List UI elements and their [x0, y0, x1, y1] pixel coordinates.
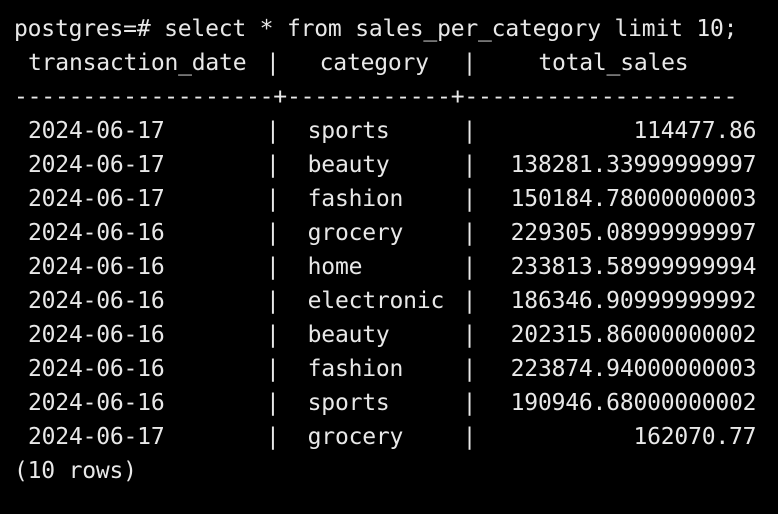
cell-total-sales: 162070.77 — [633, 424, 757, 450]
column-separator: | — [462, 152, 477, 178]
column-separator: | — [462, 390, 477, 416]
cell-transaction-date: 2024-06-16 — [28, 288, 165, 314]
cell-transaction-date: 2024-06-17 — [28, 186, 165, 212]
command-text: select * from sales_per_category limit 1… — [164, 16, 738, 42]
cell-total-sales: 233813.58999999994 — [510, 254, 757, 280]
cell-category: sports — [307, 390, 390, 416]
column-separator: | — [462, 50, 477, 76]
result-rows: 2024-06-17 | sports | 114477.86 2024-06-17 | be… — [14, 114, 778, 454]
cell-transaction-date: 2024-06-16 — [28, 322, 165, 348]
cell-transaction-date: 2024-06-16 — [28, 254, 165, 280]
column-separator: | — [462, 424, 477, 450]
table-header: transaction_date | category | total_sales — [14, 46, 778, 80]
column-separator: | — [462, 288, 477, 314]
cell-total-sales: 190946.68000000002 — [510, 390, 757, 416]
column-separator: | — [266, 356, 280, 382]
prompt: postgres=# — [14, 16, 151, 42]
cell-transaction-date: 2024-06-17 — [28, 118, 165, 144]
cell-category: sports — [307, 118, 390, 144]
column-header-transaction-date: transaction_date — [28, 50, 247, 76]
cell-total-sales: 202315.86000000002 — [510, 322, 757, 348]
cell-total-sales: 114477.86 — [633, 118, 757, 144]
column-separator: | — [266, 322, 280, 348]
column-separator: | — [266, 424, 280, 450]
cell-category: grocery — [307, 220, 404, 246]
column-separator: | — [266, 50, 280, 76]
cell-total-sales: 229305.08999999997 — [510, 220, 757, 246]
cell-transaction-date: 2024-06-16 — [28, 220, 165, 246]
cell-transaction-date: 2024-06-16 — [28, 390, 165, 416]
table-row: 2024-06-17 | grocery | 162070.77 — [14, 420, 778, 454]
cell-total-sales: 138281.33999999997 — [510, 152, 757, 178]
table-row: 2024-06-16 | sports | 190946.68000000002 — [14, 386, 778, 420]
row-count: (10 rows) — [14, 458, 137, 484]
cell-transaction-date: 2024-06-17 — [28, 152, 165, 178]
column-separator: | — [462, 356, 477, 382]
column-separator: | — [462, 118, 477, 144]
cell-total-sales: 186346.90999999992 — [510, 288, 757, 314]
header-rule: -------------------+------------+-------… — [14, 84, 738, 110]
column-separator: | — [266, 152, 280, 178]
column-separator: | — [266, 186, 280, 212]
cell-category: grocery — [307, 424, 404, 450]
cell-total-sales: 223874.94000000003 — [510, 356, 757, 382]
column-separator: | — [266, 288, 280, 314]
cell-category: fashion — [307, 186, 404, 212]
column-separator: | — [266, 220, 280, 246]
cell-category: fashion — [307, 356, 404, 382]
column-separator: | — [266, 390, 280, 416]
column-header-total-sales: total_sales — [538, 50, 689, 76]
cell-category: beauty — [307, 152, 390, 178]
column-header-category: category — [319, 50, 429, 76]
cell-category: electronic — [307, 288, 445, 314]
column-separator: | — [462, 254, 477, 280]
column-separator: | — [462, 186, 477, 212]
column-separator: | — [462, 322, 477, 348]
table-row: 2024-06-16 | home | 233813.58999999994 — [14, 250, 778, 284]
cell-transaction-date: 2024-06-17 — [28, 424, 165, 450]
table-row: 2024-06-17 | fashion | 150184.78000000003 — [14, 182, 778, 216]
cell-total-sales: 150184.78000000003 — [510, 186, 757, 212]
table-row: 2024-06-16 | electronic | 186346.90999999992 — [14, 284, 778, 318]
cell-category: home — [307, 254, 363, 280]
cell-category: beauty — [307, 322, 390, 348]
table-row: 2024-06-17 | beauty | 138281.33999999997 — [14, 148, 778, 182]
table-row: 2024-06-17 | sports | 114477.86 — [14, 114, 778, 148]
cell-transaction-date: 2024-06-16 — [28, 356, 165, 382]
table-row: 2024-06-16 | fashion | 223874.94000000003 — [14, 352, 778, 386]
column-separator: | — [266, 118, 280, 144]
column-separator: | — [462, 220, 477, 246]
command-line[interactable]: postgres=# select * from sales_per_categ… — [14, 12, 778, 46]
table-row: 2024-06-16 | beauty | 202315.86000000002 — [14, 318, 778, 352]
column-separator: | — [266, 254, 280, 280]
terminal-window[interactable]: postgres=# select * from sales_per_categ… — [0, 0, 778, 514]
table-row: 2024-06-16 | grocery | 229305.08999999997 — [14, 216, 778, 250]
